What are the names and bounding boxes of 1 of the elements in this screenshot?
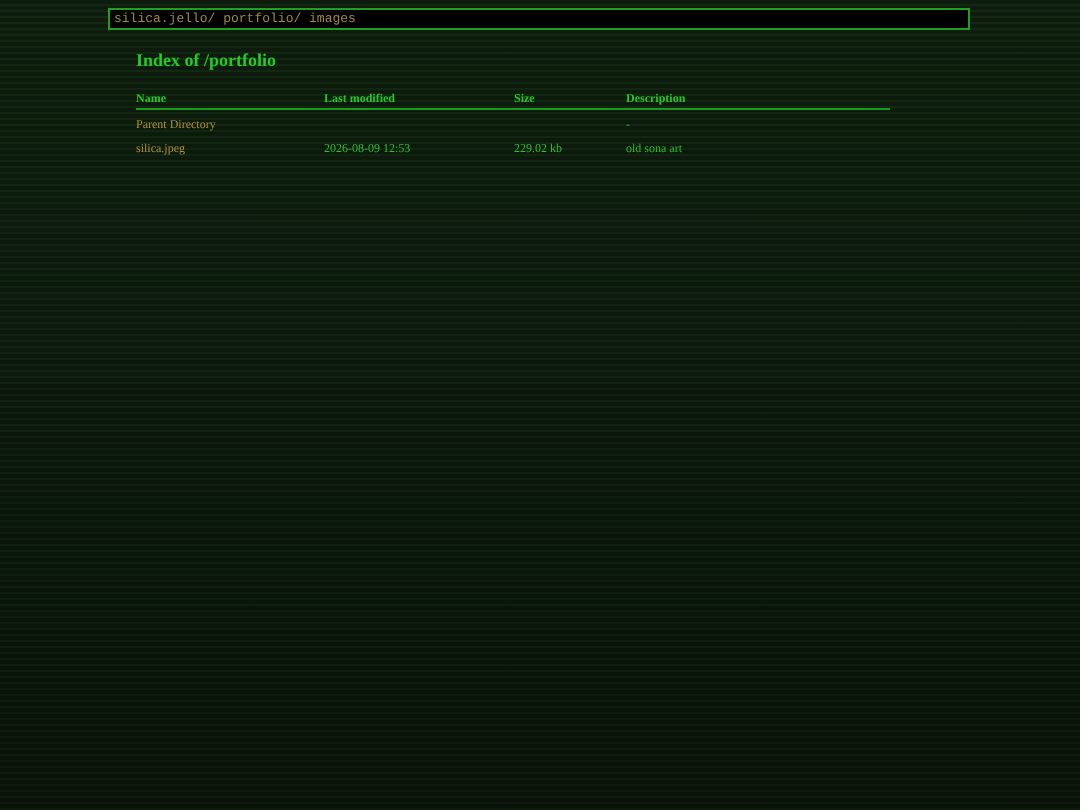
page-heading: Index of /portfolio [136,48,279,72]
